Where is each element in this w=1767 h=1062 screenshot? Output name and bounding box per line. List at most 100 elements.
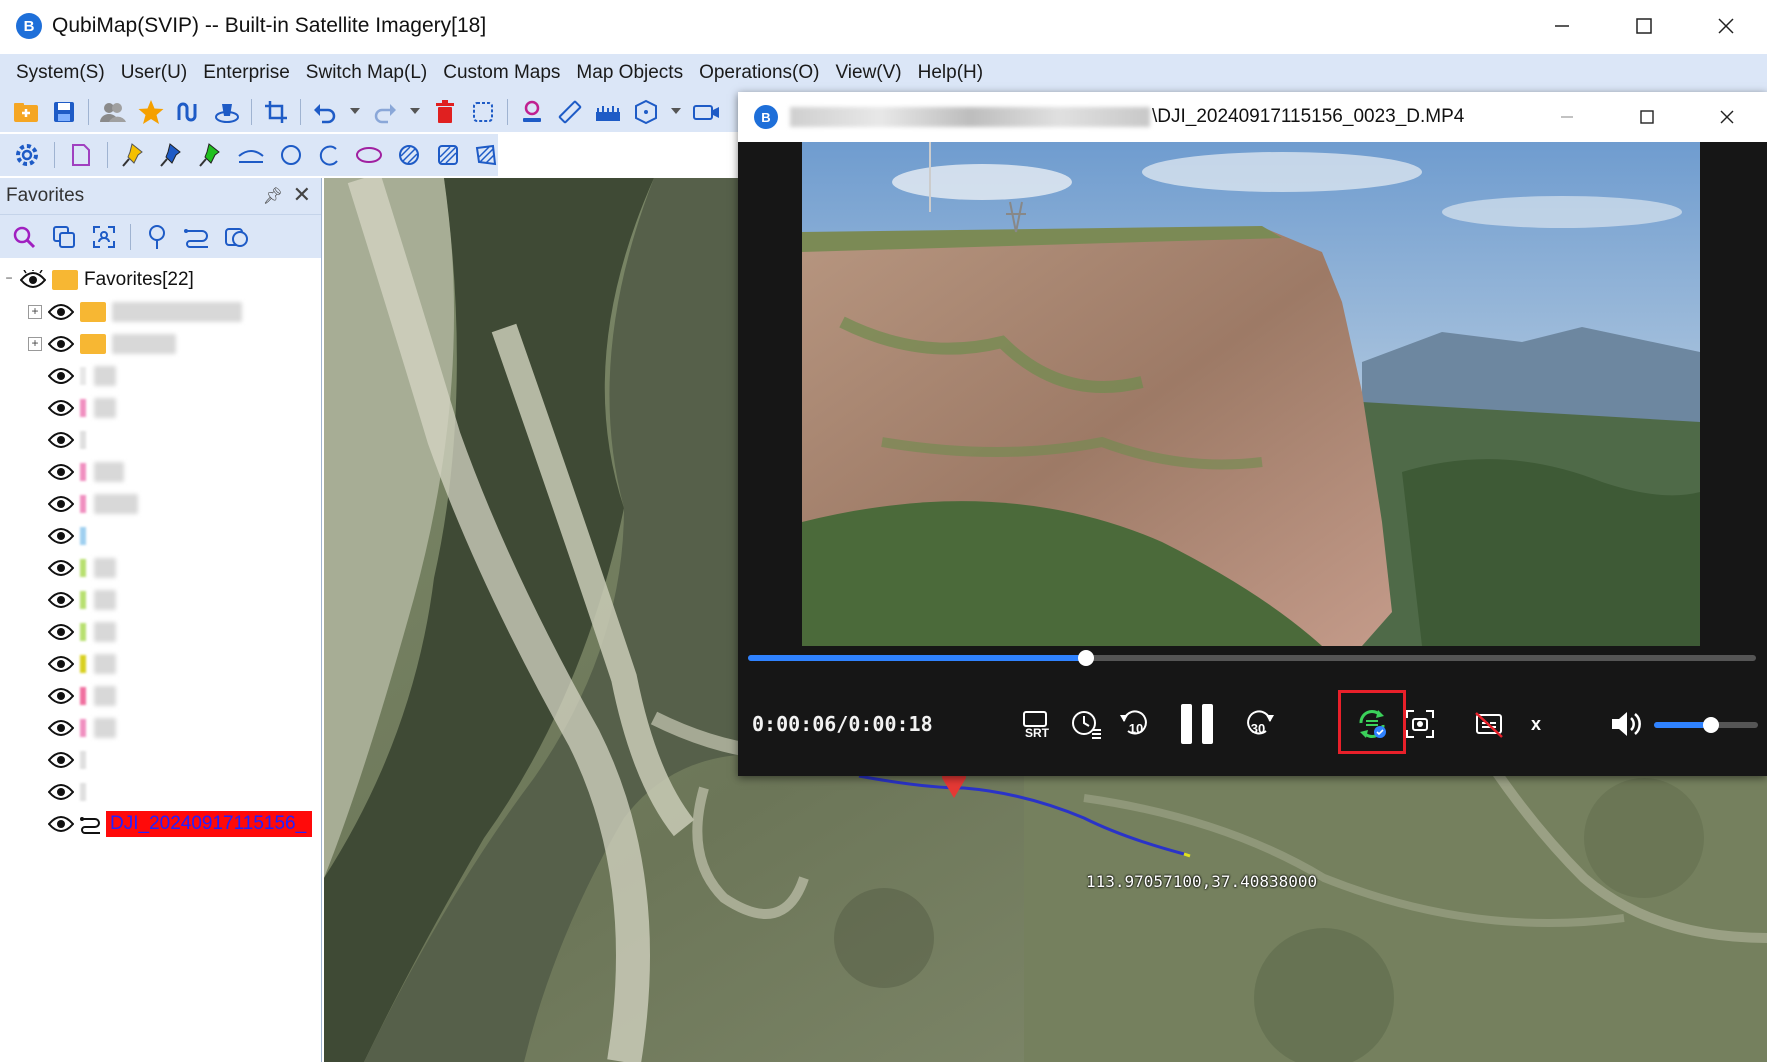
skip-forward-button[interactable]: 30 <box>1238 702 1282 746</box>
eye-icon[interactable] <box>48 430 74 450</box>
menu-operations[interactable]: Operations(O) <box>691 62 827 84</box>
search-icon[interactable] <box>10 223 38 251</box>
minimize-button[interactable] <box>1521 0 1603 52</box>
video-close-button[interactable] <box>1687 92 1767 142</box>
eye-icon[interactable] <box>48 398 74 418</box>
users-icon[interactable] <box>99 98 127 126</box>
tree-item-row[interactable] <box>0 712 321 744</box>
select-region-icon[interactable] <box>469 98 497 126</box>
eye-icon[interactable] <box>48 494 74 514</box>
tree-folder-row[interactable]: + <box>0 296 321 328</box>
maximize-button[interactable] <box>1603 0 1685 52</box>
eye-icon[interactable] <box>48 782 74 802</box>
close-overlay-button[interactable]: x <box>1514 702 1558 746</box>
eye-icon[interactable] <box>48 334 74 354</box>
hatched-square-icon[interactable] <box>435 141 459 169</box>
chevron-down-icon[interactable] <box>670 98 682 126</box>
tree-item-row[interactable] <box>0 488 321 520</box>
volume-button[interactable] <box>1604 702 1648 746</box>
progress-knob[interactable] <box>1077 650 1094 666</box>
tree-item-row[interactable] <box>0 616 321 648</box>
speed-button[interactable] <box>1064 702 1108 746</box>
sync-map-button[interactable] <box>1350 702 1394 746</box>
tree-folder-row[interactable]: + <box>0 328 321 360</box>
place-marker-icon[interactable] <box>518 98 546 126</box>
eye-icon[interactable] <box>20 270 46 290</box>
tree-item-row[interactable] <box>0 648 321 680</box>
yellow-pin-icon[interactable] <box>122 141 146 169</box>
arc-open-icon[interactable] <box>317 141 341 169</box>
video-maximize-button[interactable] <box>1607 92 1687 142</box>
expand-icon[interactable]: + <box>28 337 42 351</box>
tree-item-row[interactable] <box>0 456 321 488</box>
track-icon[interactable] <box>183 223 211 251</box>
measure-area-icon[interactable] <box>594 98 622 126</box>
camera-icon[interactable] <box>692 98 720 126</box>
arc-icon[interactable] <box>237 141 265 169</box>
tree-track-row-selected[interactable]: DJI_20240917115156_ <box>0 808 321 840</box>
eye-icon[interactable] <box>48 302 74 322</box>
settings-icon[interactable] <box>14 141 40 169</box>
menu-help[interactable]: Help(H) <box>910 62 991 84</box>
redo-icon[interactable] <box>371 98 399 126</box>
tree-item-row[interactable] <box>0 584 321 616</box>
expand-icon[interactable]: + <box>28 305 42 319</box>
eye-icon[interactable] <box>48 590 74 610</box>
menu-switch-map[interactable]: Switch Map(L) <box>298 62 435 84</box>
page-icon[interactable] <box>69 141 93 169</box>
tree-root-row[interactable]: − Favorites[22] <box>0 264 321 296</box>
locate-icon[interactable] <box>90 223 118 251</box>
skip-back-button[interactable]: 10 <box>1112 702 1156 746</box>
ruler-icon[interactable] <box>556 98 584 126</box>
delete-icon[interactable] <box>431 98 459 126</box>
close-panel-icon[interactable]: ✕ <box>293 182 311 208</box>
route-icon[interactable] <box>175 98 203 126</box>
hatched-poly-icon[interactable] <box>474 141 498 169</box>
shape-icon[interactable] <box>223 223 251 251</box>
eye-icon[interactable] <box>48 366 74 386</box>
volume-slider[interactable] <box>1654 717 1758 733</box>
volume-knob[interactable] <box>1703 717 1720 733</box>
star-icon[interactable] <box>137 98 165 126</box>
eye-icon[interactable] <box>48 814 74 834</box>
eye-icon[interactable] <box>48 718 74 738</box>
copy-layers-icon[interactable] <box>50 223 78 251</box>
tree-item-row[interactable] <box>0 776 321 808</box>
tree-item-row[interactable] <box>0 392 321 424</box>
blue-pin-icon[interactable] <box>160 141 184 169</box>
tree-item-row[interactable] <box>0 424 321 456</box>
video-progress-bar[interactable] <box>748 650 1756 666</box>
eye-icon[interactable] <box>48 686 74 706</box>
hide-subtitles-button[interactable] <box>1468 702 1512 746</box>
video-frame[interactable] <box>802 142 1700 646</box>
eye-icon[interactable] <box>48 462 74 482</box>
chevron-down-icon[interactable] <box>409 98 421 126</box>
save-icon[interactable] <box>50 98 78 126</box>
ellipse-icon[interactable] <box>355 141 383 169</box>
polyhedron-icon[interactable] <box>632 98 660 126</box>
tree-item-row[interactable] <box>0 552 321 584</box>
menu-map-objects[interactable]: Map Objects <box>568 62 691 84</box>
map-pin-icon[interactable] <box>143 223 171 251</box>
menu-view[interactable]: View(V) <box>827 62 909 84</box>
pause-button[interactable] <box>1170 699 1224 749</box>
eye-icon[interactable] <box>48 526 74 546</box>
pin-icon[interactable]: 📌︎ <box>263 186 283 206</box>
tree-item-row[interactable] <box>0 744 321 776</box>
eye-icon[interactable] <box>48 750 74 770</box>
menu-enterprise[interactable]: Enterprise <box>195 62 298 84</box>
menu-system[interactable]: System(S) <box>8 62 113 84</box>
green-pin-icon[interactable] <box>198 141 222 169</box>
chevron-down-icon[interactable] <box>349 98 361 126</box>
eye-icon[interactable] <box>48 558 74 578</box>
open-folder-icon[interactable] <box>12 98 40 126</box>
eye-icon[interactable] <box>48 622 74 642</box>
crop-icon[interactable] <box>262 98 290 126</box>
tree-item-row[interactable] <box>0 520 321 552</box>
collapse-icon[interactable]: − <box>4 272 14 287</box>
hatched-circle-icon[interactable] <box>397 141 421 169</box>
video-minimize-button[interactable] <box>1527 92 1607 142</box>
menu-user[interactable]: User(U) <box>113 62 196 84</box>
tree-item-row[interactable] <box>0 360 321 392</box>
undo-icon[interactable] <box>311 98 339 126</box>
